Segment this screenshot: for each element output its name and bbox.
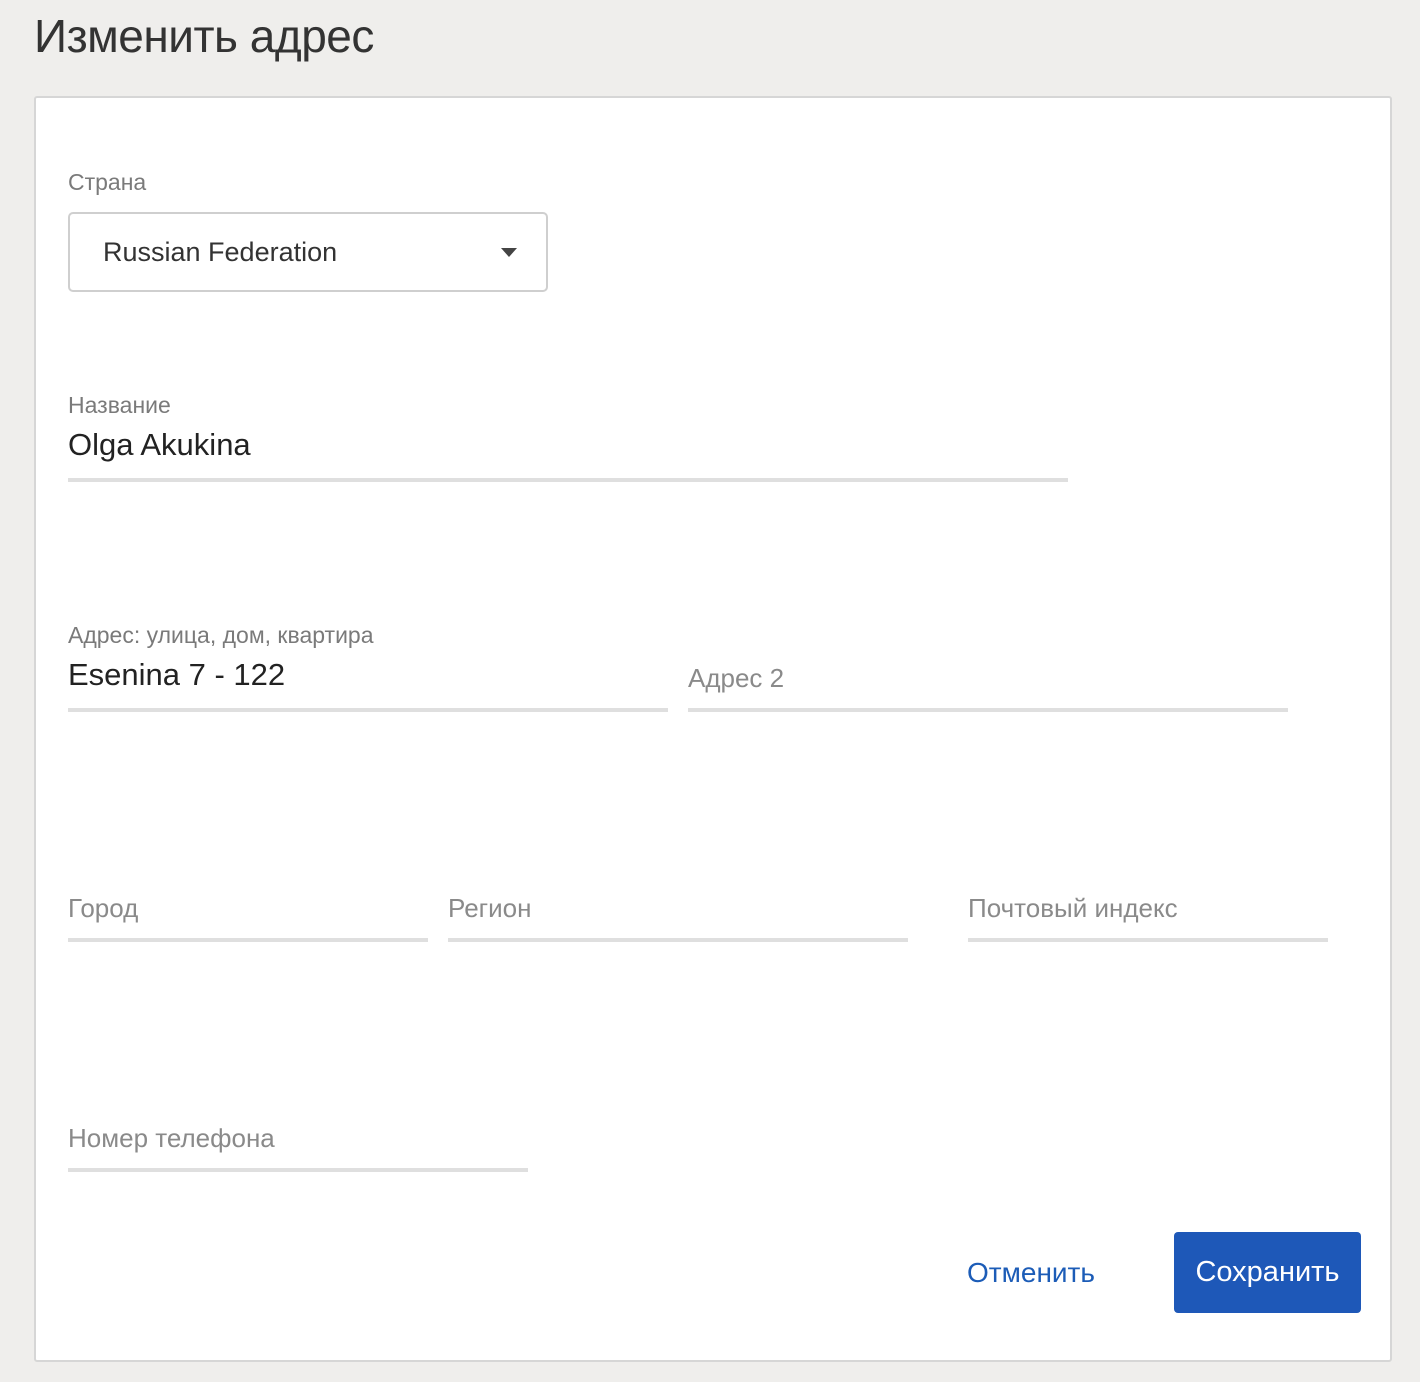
address-line2-placeholder: Адрес 2 xyxy=(688,663,785,693)
name-value: Olga Akukina xyxy=(68,427,251,462)
country-label: Страна xyxy=(68,169,147,195)
address-line1-underline xyxy=(68,708,668,712)
phone-underline xyxy=(68,1168,528,1172)
phone-field[interactable]: Номер телефона xyxy=(68,1078,528,1174)
name-underline xyxy=(68,478,1068,482)
city-field[interactable]: Город xyxy=(68,848,428,944)
region-field[interactable]: Регион xyxy=(448,848,908,944)
country-select[interactable]: Russian Federation xyxy=(68,212,548,292)
address-line2-underline xyxy=(688,708,1288,712)
postal-code-underline xyxy=(968,938,1328,942)
address-line1-field[interactable]: Адрес: улица, дом, квартира Esenina 7 - … xyxy=(68,618,668,714)
postal-code-placeholder: Почтовый индекс xyxy=(968,893,1178,923)
cancel-button[interactable]: Отменить xyxy=(948,1248,1114,1298)
region-placeholder: Регион xyxy=(448,893,532,923)
postal-code-field[interactable]: Почтовый индекс xyxy=(968,848,1328,944)
page-title: Изменить адрес xyxy=(34,10,374,62)
name-field[interactable]: Название Olga Akukina xyxy=(68,388,1068,484)
phone-placeholder: Номер телефона xyxy=(68,1123,275,1153)
save-button[interactable]: Сохранить xyxy=(1174,1232,1361,1313)
address-line1-value: Esenina 7 - 122 xyxy=(68,657,286,692)
region-underline xyxy=(448,938,908,942)
city-underline xyxy=(68,938,428,942)
address-line2-field[interactable]: Адрес 2 xyxy=(688,618,1288,714)
address-line1-label: Адрес: улица, дом, квартира xyxy=(68,622,374,648)
country-select-value: Russian Federation xyxy=(103,237,338,267)
city-placeholder: Город xyxy=(68,893,139,923)
chevron-down-icon xyxy=(501,248,517,257)
edit-address-card: Страна Russian Federation Название Olga … xyxy=(34,96,1392,1362)
name-label: Название xyxy=(68,392,171,418)
